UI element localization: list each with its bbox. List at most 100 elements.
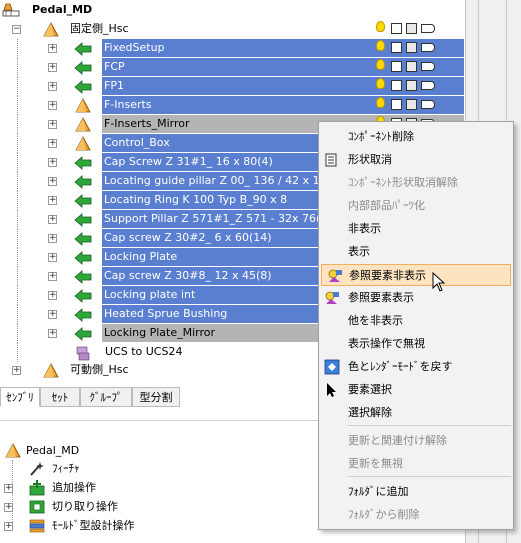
reference-hide-icon [328,269,342,282]
expand-icon[interactable]: + [48,234,57,243]
menu-item-label: 色とﾚﾝﾀﾞｰﾓｰﾄﾞを戻す [348,360,453,373]
connector-icon [421,100,435,109]
tree-guide-line [17,229,18,248]
menu-item: 更新を無視 [319,453,513,475]
menu-item-label: 表示操作で無視 [348,337,425,350]
expand-icon[interactable]: + [48,196,57,205]
tree-item[interactable]: + FCP [0,58,465,77]
tree-item-label: FCP [102,58,372,76]
menu-item: 更新と関連付け解除 [319,430,513,452]
menu-item[interactable]: 要素選択 [319,379,513,401]
tree-root-label: Pedal_MD [32,3,93,16]
tree-item-label: UCS to UCS24 [105,345,183,358]
expand-icon[interactable]: + [48,82,57,91]
light-bulb-icon [376,40,385,51]
tree-guide-line [17,96,18,115]
tab-set[interactable]: ｾｯﾄ [40,387,80,407]
menu-item[interactable]: 参照要素非表示 [321,264,511,286]
light-bulb-icon [376,21,385,32]
collapse-icon[interactable]: − [12,25,21,34]
layers-icon [406,42,417,53]
tree-guide-line [17,248,18,267]
menu-item-label: 形状取消 [348,153,392,166]
expand-icon[interactable]: + [48,139,57,148]
menu-item-label: ﾌｫﾙﾀﾞに追加 [348,485,409,498]
menu-item-label: 参照要素非表示 [349,269,426,282]
menu-item[interactable]: 色とﾚﾝﾀﾞｰﾓｰﾄﾞを戻す [319,356,513,378]
expand-icon[interactable]: + [4,522,13,531]
status-icons [372,58,464,76]
mold-design-icon [29,519,45,533]
light-bulb-icon [376,78,385,89]
tree-item[interactable]: + FixedSetup [0,39,465,58]
reference-show-icon [325,291,339,304]
status-icons [372,96,464,114]
expand-icon[interactable]: + [48,44,57,53]
green-arrow-icon [74,213,92,227]
tab-mold-split[interactable]: 型分割 [132,387,180,407]
tab-group[interactable]: ｸﾞﾙｰﾌﾟ [80,387,132,407]
expand-icon[interactable]: + [48,291,57,300]
menu-item[interactable]: ｺﾝﾎﾟｰﾈﾝﾄ削除 [319,126,513,148]
tree-guide-line [17,58,18,77]
menu-item-label: 非表示 [348,222,381,235]
menu-separator [347,476,511,477]
cut-operation-icon [29,500,45,514]
tab-assembly[interactable]: ｾﾝﾌﾞﾘ [0,387,40,407]
layers-icon [406,23,417,34]
menu-item-label: 参照要素表示 [348,291,414,304]
expand-icon[interactable]: + [48,329,57,338]
menu-item-label: 要素選択 [348,383,392,396]
context-menu: ｺﾝﾎﾟｰﾈﾝﾄ削除 形状取消 ｺﾝﾎﾟｰﾈﾝﾄ形状取消解除 内部部品ﾊﾟｰﾂ化 非表示… [318,121,514,530]
menu-item-label: 選択解除 [348,406,392,419]
expand-icon[interactable]: + [12,366,21,375]
window-icon [391,80,402,91]
menu-item[interactable]: ﾌｫﾙﾀﾞに追加 [319,481,513,503]
expand-icon[interactable]: + [4,484,13,493]
select-cursor-icon [327,383,336,397]
tree-item[interactable]: + F-Inserts [0,96,465,115]
expand-icon[interactable]: + [48,310,57,319]
expand-icon[interactable]: + [48,120,57,129]
expand-icon[interactable]: + [48,272,57,281]
green-arrow-icon [74,156,92,170]
menu-item[interactable]: 形状取消 [319,149,513,171]
green-arrow-icon [74,194,92,208]
connector-icon [421,62,435,71]
tree-item-label: FP1 [102,77,372,95]
cone-icon [43,363,59,378]
green-arrow-icon [74,42,92,56]
green-arrow-icon [74,308,92,322]
status-icons [372,77,464,95]
expand-icon[interactable]: + [48,177,57,186]
tree-item[interactable]: + FP1 [0,77,465,96]
expand-icon[interactable]: + [48,215,57,224]
menu-item[interactable]: 参照要素表示 [319,287,513,309]
menu-item[interactable]: 他を非表示 [319,310,513,332]
menu-item[interactable]: 非表示 [319,218,513,240]
menu-item-label: ｺﾝﾎﾟｰﾈﾝﾄ削除 [348,130,414,143]
tab-bar: ｾﾝﾌﾞﾘ ｾｯﾄ ｸﾞﾙｰﾌﾟ 型分割 [0,387,180,407]
expand-icon[interactable]: + [48,101,57,110]
menu-item[interactable]: 選択解除 [319,402,513,424]
expand-icon[interactable]: + [48,158,57,167]
tree-root-row[interactable]: Pedal_MD [0,1,465,20]
expand-icon[interactable]: + [4,503,13,512]
feature-tree-root-label: Pedal_MD [26,444,80,457]
cone-icon [75,98,91,113]
menu-item[interactable]: 表示 [319,241,513,263]
expand-icon[interactable]: + [48,253,57,262]
tree-guide-line [17,305,18,324]
menu-item[interactable]: 表示操作で無視 [319,333,513,355]
assembly-icon [2,3,20,17]
status-icons [372,39,464,57]
shape-cancel-icon [325,153,337,167]
window-icon [391,23,402,34]
tree-guide-line [17,153,18,172]
green-arrow-icon [74,61,92,75]
tree-item-fixed-side[interactable]: − 固定側_Hsc [0,20,465,39]
expand-icon[interactable]: + [48,63,57,72]
status-icons [374,20,464,38]
mouse-cursor-icon [432,272,446,292]
light-bulb-icon [376,97,385,108]
